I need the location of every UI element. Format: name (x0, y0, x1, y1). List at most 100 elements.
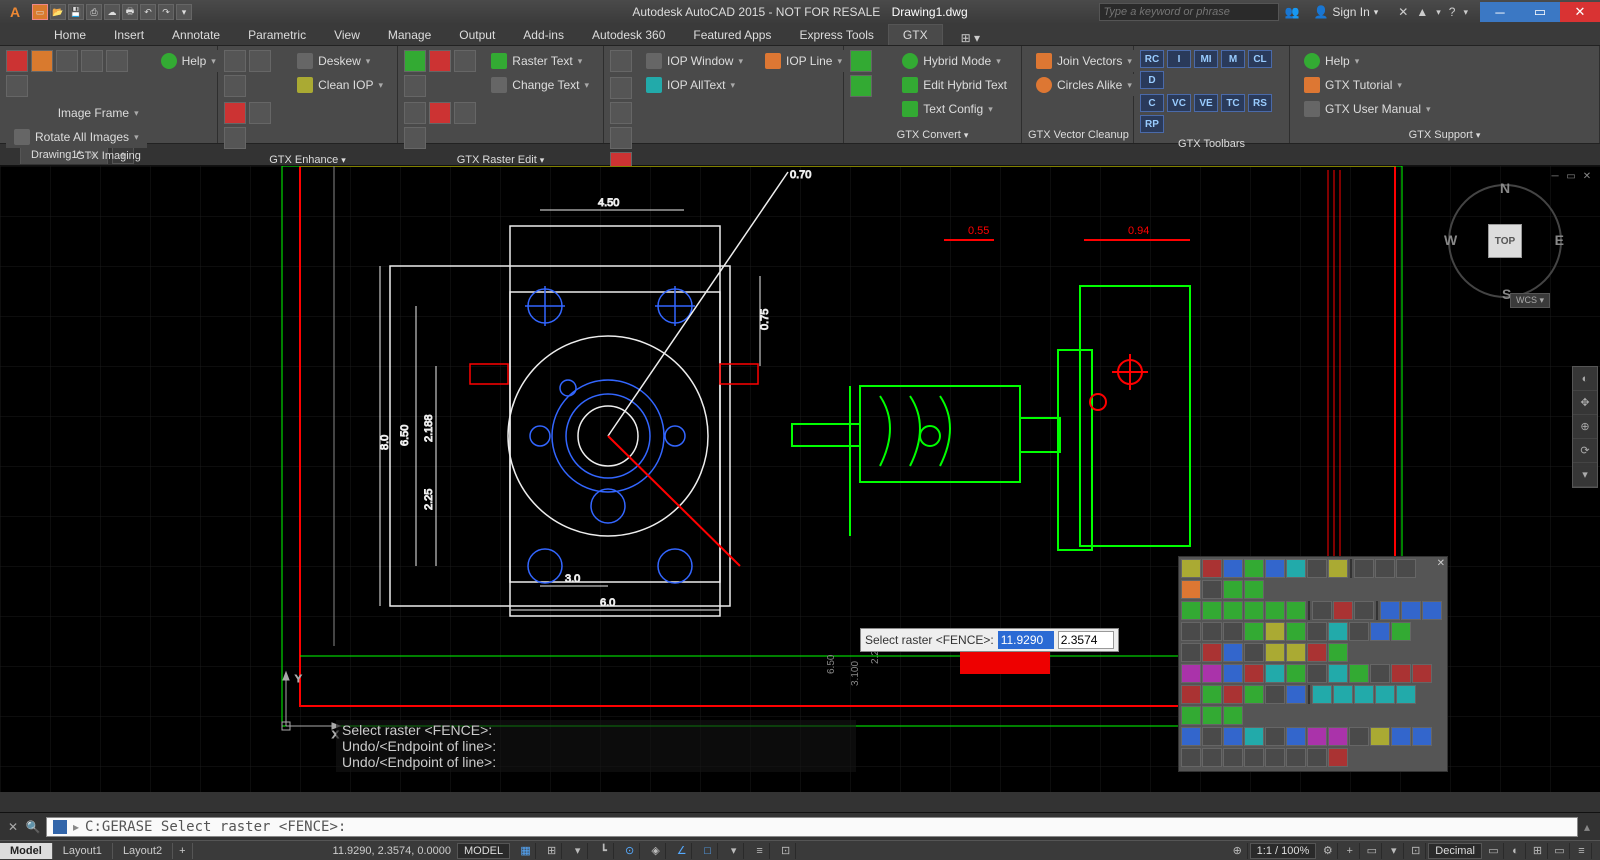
tab-options-icon[interactable]: ⊞ ▾ (953, 31, 988, 45)
p-icon[interactable] (1223, 706, 1243, 725)
tool-icon[interactable] (249, 50, 271, 72)
nav-orbit-icon[interactable]: ⟳ (1573, 439, 1597, 463)
p-icon[interactable] (1181, 622, 1201, 641)
p-icon[interactable] (1354, 685, 1374, 704)
circles-alike-button[interactable]: Circles Alike▾ (1028, 74, 1140, 96)
p-icon[interactable] (1307, 622, 1327, 641)
tool-icon[interactable] (404, 50, 426, 72)
toolbar-mi[interactable]: MI (1194, 50, 1218, 68)
p-icon[interactable] (1202, 685, 1222, 704)
join-vectors-button[interactable]: Join Vectors▾ (1028, 50, 1140, 72)
scale-icon[interactable]: ⊕ (1228, 843, 1248, 859)
coord-x-input[interactable] (998, 631, 1054, 649)
wcs-label[interactable]: WCS ▾ (1510, 293, 1550, 308)
tool-icon[interactable] (454, 50, 476, 72)
p-icon[interactable] (1391, 664, 1411, 683)
p-icon[interactable] (1202, 601, 1222, 620)
p-icon[interactable] (1312, 685, 1332, 704)
p-icon[interactable] (1375, 685, 1395, 704)
nav-wheel-icon[interactable]: ◐ (1573, 367, 1597, 391)
p-icon[interactable] (1391, 622, 1411, 641)
otrack-icon[interactable]: □ (698, 843, 718, 859)
search-icon[interactable]: 👥 (1285, 5, 1300, 19)
p-icon[interactable] (1286, 748, 1306, 767)
p-icon[interactable] (1370, 664, 1390, 683)
undo-icon[interactable]: ↶ (140, 4, 156, 20)
toolbar-vc[interactable]: VC (1167, 94, 1191, 112)
print-icon[interactable]: 🖶 (122, 4, 138, 20)
nav-zoom-icon[interactable]: ⊕ (1573, 415, 1597, 439)
p-icon[interactable] (1244, 580, 1264, 599)
tool-icon[interactable] (224, 75, 246, 97)
tab-featured[interactable]: Featured Apps (679, 25, 785, 45)
p-icon[interactable] (1244, 643, 1264, 662)
p-icon[interactable] (1202, 727, 1222, 746)
p-icon[interactable] (1307, 748, 1327, 767)
p-icon[interactable] (1391, 727, 1411, 746)
tool-icon[interactable] (610, 102, 632, 124)
p-icon[interactable] (1380, 601, 1400, 620)
p-icon[interactable] (1181, 643, 1201, 662)
p-icon[interactable] (1354, 559, 1374, 578)
tool-palette[interactable]: ✕ (1178, 556, 1448, 772)
tab-view[interactable]: View (320, 25, 374, 45)
p-icon[interactable] (1412, 727, 1432, 746)
p-icon[interactable] (1265, 685, 1285, 704)
p-icon[interactable] (1223, 664, 1243, 683)
p-icon[interactable] (1328, 727, 1348, 746)
p-icon[interactable] (1202, 664, 1222, 683)
p-icon[interactable] (1181, 559, 1201, 578)
toolbar-i[interactable]: I (1167, 50, 1191, 68)
p-icon[interactable] (1181, 706, 1201, 725)
toolbar-tc[interactable]: TC (1221, 94, 1245, 112)
monitor-icon[interactable]: ▭ (1362, 843, 1382, 859)
tool-icon[interactable] (56, 50, 78, 72)
compass-n[interactable]: N (1500, 180, 1510, 196)
p-icon[interactable] (1202, 706, 1222, 725)
tool-icon[interactable] (850, 50, 872, 72)
lock-icon[interactable]: ⊡ (1406, 843, 1426, 859)
search-input[interactable] (1099, 3, 1279, 21)
quick-props-icon[interactable]: ▭ (1484, 843, 1504, 859)
p-icon[interactable] (1223, 748, 1243, 767)
clean-iop-button[interactable]: Clean IOP▾ (289, 74, 391, 96)
chevron-down-icon[interactable]: ▾ (1463, 7, 1468, 18)
p-icon[interactable] (1223, 727, 1243, 746)
tab-addins[interactable]: Add-ins (509, 25, 578, 45)
p-icon[interactable] (1333, 685, 1353, 704)
p-icon[interactable] (1223, 643, 1243, 662)
tool-icon[interactable] (610, 50, 632, 72)
change-text-button[interactable]: Change Text▾ (483, 74, 597, 96)
p-icon[interactable] (1412, 664, 1432, 683)
help-button[interactable]: Help▾ (153, 50, 224, 72)
p-icon[interactable] (1265, 622, 1285, 641)
tutorial-button[interactable]: GTX Tutorial▾ (1296, 74, 1439, 96)
p-icon[interactable] (1265, 559, 1285, 578)
menu-icon[interactable]: ▾ (568, 843, 588, 859)
tool-icon[interactable] (224, 127, 246, 149)
tool-icon[interactable] (404, 102, 426, 124)
tool-icon[interactable] (404, 127, 426, 149)
p-icon[interactable] (1223, 559, 1243, 578)
tool-icon[interactable] (610, 127, 632, 149)
compass-e[interactable]: E (1555, 232, 1564, 248)
toolbar-rp[interactable]: RP (1140, 115, 1164, 133)
p-icon[interactable] (1396, 685, 1416, 704)
app-icon-2[interactable]: ▲ (1416, 5, 1428, 19)
scale-readout[interactable]: 1:1 / 100% (1250, 843, 1317, 859)
p-icon[interactable] (1286, 685, 1306, 704)
toolbar-rs[interactable]: RS (1248, 94, 1272, 112)
p-icon[interactable] (1333, 601, 1353, 620)
p-icon[interactable] (1202, 622, 1222, 641)
toolbar-rc[interactable]: RC (1140, 50, 1164, 68)
p-icon[interactable] (1370, 622, 1390, 641)
list-icon[interactable]: ▾ (1384, 843, 1404, 859)
viewport-min-icon[interactable]: ─ (1548, 170, 1562, 182)
tab-express[interactable]: Express Tools (785, 25, 887, 45)
p-icon[interactable] (1244, 601, 1264, 620)
p-icon[interactable] (1401, 601, 1421, 620)
tab-manage[interactable]: Manage (374, 25, 445, 45)
help-icon[interactable]: ? (1449, 5, 1456, 19)
tool-icon[interactable] (6, 50, 28, 72)
tab-insert[interactable]: Insert (100, 25, 158, 45)
